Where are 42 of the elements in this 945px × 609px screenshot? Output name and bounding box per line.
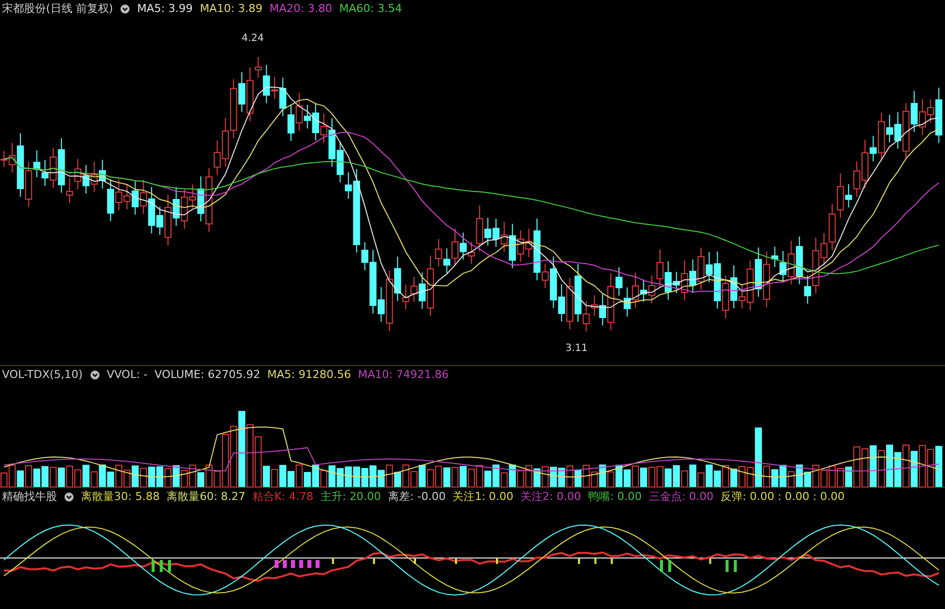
legend-value: 关注2: 0.00 — [520, 489, 582, 504]
legend-value: 离差: -0.00 — [388, 489, 446, 504]
signal-bar — [274, 560, 279, 568]
high-price-label: 4.24 — [242, 33, 264, 44]
legend-value: MA10: 74921.86 — [358, 368, 449, 381]
panel-title: 精确找牛股 — [2, 489, 57, 504]
collapse-icon[interactable] — [90, 370, 100, 380]
panel-subtitle: VVOL: - — [106, 368, 148, 381]
panel-title: 宋都股份(日线 前复权) — [2, 1, 114, 16]
signal-bar — [709, 558, 712, 564]
signal-bar — [660, 560, 663, 572]
legend-value: 离散量30: 5.88 — [81, 489, 160, 504]
signal-bar — [160, 560, 163, 572]
legend-value: MA10: 3.89 — [200, 2, 263, 15]
legend-value: 三金点: 0.00 — [648, 489, 714, 504]
legend-value: 关注1: 0.00 — [452, 489, 514, 504]
signal-bar — [316, 560, 320, 568]
low-price-label: 3.11 — [565, 343, 588, 354]
signal-bar — [610, 558, 613, 564]
legend-value: 粘合K: 4.78 — [252, 489, 314, 504]
legend-value: 离散量60: 8.27 — [166, 489, 246, 504]
signal-bar — [299, 560, 304, 568]
signal-bar — [726, 560, 729, 572]
legend-value: 反弹: 0.00 : 0.00 : 0.00 — [720, 489, 845, 504]
signal-bar — [282, 560, 287, 568]
legend-value: VOLUME: 62705.92 — [154, 368, 260, 381]
signal-bar — [168, 560, 171, 572]
legend-value: 主升: 20.00 — [320, 489, 382, 504]
signal-bar — [734, 560, 737, 572]
legend-value: MA5: 3.99 — [137, 2, 193, 15]
legend-value: MA60: 3.54 — [339, 2, 402, 15]
panel-title: VOL-TDX(5,10) — [2, 368, 83, 381]
signal-bar — [307, 560, 312, 568]
signal-bar — [594, 558, 596, 564]
legend-value: MA20: 3.80 — [270, 2, 332, 15]
signal-bar — [668, 560, 672, 572]
collapse-icon[interactable] — [120, 4, 130, 14]
signal-bar — [291, 560, 295, 568]
legend-value: MA5: 91280.56 — [267, 368, 351, 381]
collapse-icon[interactable] — [64, 492, 74, 502]
legend-value: 鸭嘴: 0.00 — [588, 489, 642, 504]
signal-bar — [152, 560, 155, 572]
